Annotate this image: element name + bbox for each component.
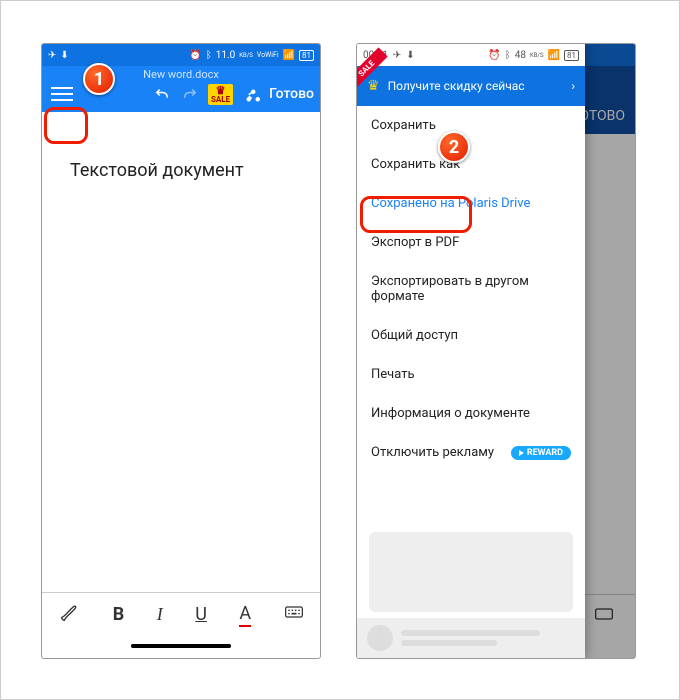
italic-button[interactable]: I [157,604,163,625]
callout-badge-2: 2 [438,131,470,163]
document-body[interactable]: Текстовой документ [42,112,320,592]
status-bar: 00:11 ✈ ⬇ ⏰ ᛒ 48 KB/S 📶 81 [357,44,585,66]
alarm-icon: ⏰ [488,50,500,61]
telegram-icon: ✈ [393,50,401,61]
ad-placeholder [369,532,573,612]
menu-item-doc-info[interactable]: Информация о документе [357,394,585,433]
crown-icon: ♛ [367,78,380,94]
navigation-pill[interactable] [42,636,320,656]
net-speed: 11.0 [216,50,236,61]
status-bar: ✈ ⬇ ⏰ ᛒ 11.0 KB/S VoWiFi 📶 81 [42,44,320,66]
vowifi-icon: VoWiFi [257,51,279,59]
font-color-button[interactable]: A [239,603,251,627]
alarm-icon: ⏰ [189,50,201,61]
phone-screenshot-1: ✈ ⬇ ⏰ ᛒ 11.0 KB/S VoWiFi 📶 81 New word.d… [41,43,321,659]
keyboard-icon[interactable] [284,602,304,627]
menu-button[interactable] [48,80,76,108]
bluetooth-icon: ᛒ [206,50,212,61]
net-unit: KB/S [239,52,253,59]
format-toolbar: B I U A [42,592,320,636]
share-icon[interactable] [241,84,261,104]
ad-strip [357,618,585,658]
side-drawer: 00:11 ✈ ⬇ ⏰ ᛒ 48 KB/S 📶 81 SALE ♛ Получи… [357,44,585,658]
undo-icon[interactable] [152,84,172,104]
net-unit: KB/S [530,52,544,59]
brush-icon[interactable] [58,601,80,628]
signal-icon: 📶 [548,50,560,61]
telegram-icon: ✈ [48,50,56,61]
drawer-menu: Сохранить Сохранить как Сохранено на Pol… [357,106,585,526]
download-icon: ⬇ [406,50,414,61]
ad-avatar-placeholder [367,625,393,651]
net-speed: 48 [515,50,526,61]
menu-item-share[interactable]: Общий доступ [357,316,585,355]
menu-item-remove-ads[interactable]: Отключить рекламу REWARD [357,433,585,472]
promo-text: Получите скидку сейчас [388,79,525,93]
sale-badge[interactable]: ♛ SALE [208,84,233,105]
menu-item-save[interactable]: Сохранить [357,106,585,145]
menu-item-export-pdf[interactable]: Экспорт в PDF [357,223,585,262]
bluetooth-icon: ᛒ [505,50,511,61]
crown-icon: ♛ [216,85,226,96]
menu-item-save-as[interactable]: Сохранить как [357,145,585,184]
menu-item-polaris-drive[interactable]: Сохранено на Polaris Drive [357,184,585,223]
promo-banner[interactable]: SALE ♛ Получите скидку сейчас › [357,66,585,106]
phone-screenshot-2: ОТОВО Т 00:11 ✈ ⬇ ⏰ ᛒ 48 KB/S 📶 81 [356,43,636,659]
chevron-right-icon: › [571,79,575,93]
reward-badge: REWARD [511,446,571,460]
menu-item-export-other[interactable]: Экспортировать в другом формате [357,262,585,316]
signal-icon: 📶 [283,50,295,61]
callout-badge-1: 1 [83,63,115,95]
download-icon: ⬇ [60,50,68,61]
underline-button[interactable]: U [195,604,207,625]
done-button[interactable]: Готово [269,86,314,102]
bold-button[interactable]: B [113,604,125,625]
menu-item-print[interactable]: Печать [357,355,585,394]
redo-icon[interactable] [180,84,200,104]
battery-icon: 81 [564,50,579,61]
battery-icon: 81 [299,50,314,61]
document-text: Текстовой документ [70,160,244,181]
